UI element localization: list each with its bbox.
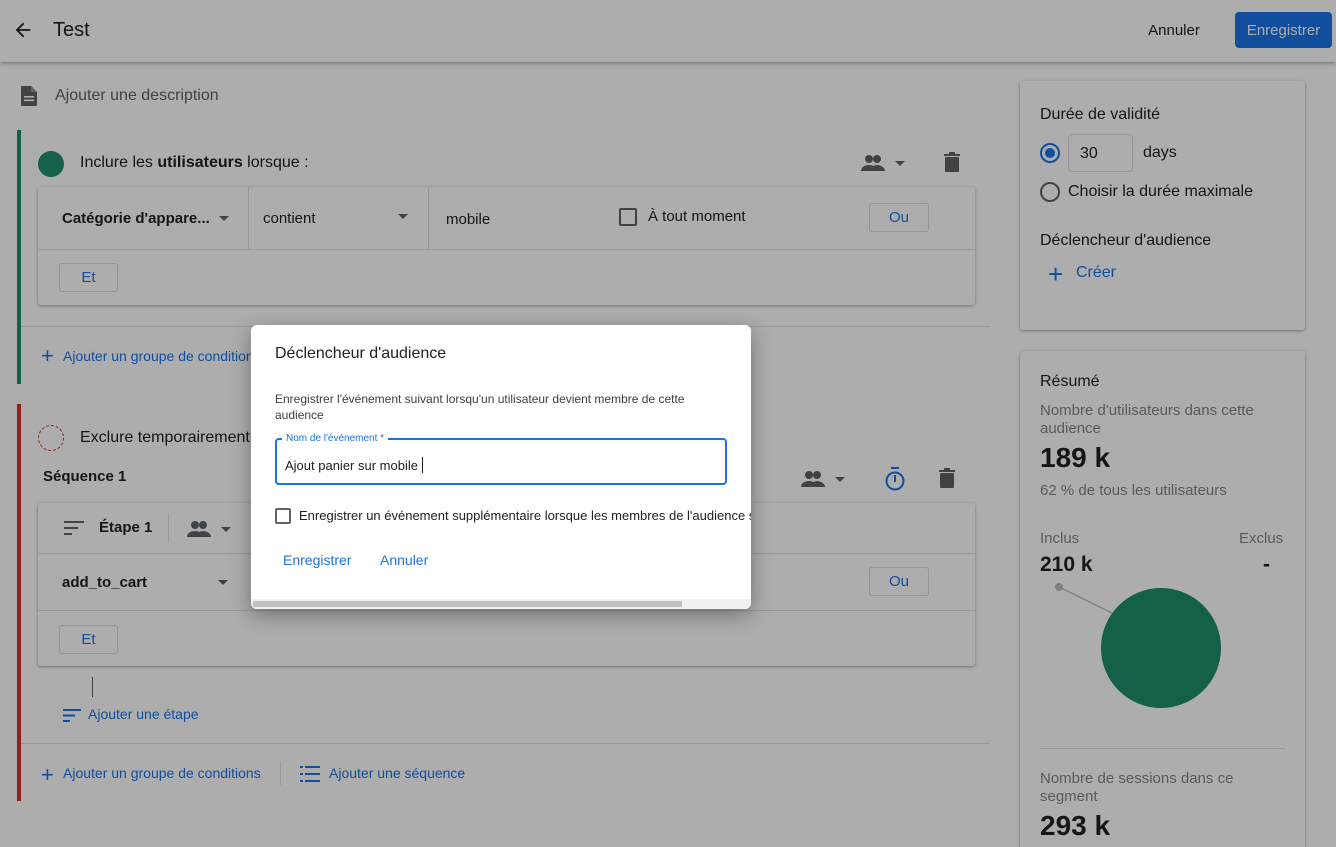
dialog-cancel-button[interactable]: Annuler [372,547,436,573]
extra-event-label: Enregistrer un événement supplémentaire … [299,508,751,523]
audience-trigger-dialog: Déclencheur d'audience Enregistrer l'évé… [251,325,751,609]
scrollbar-thumb[interactable] [253,601,682,607]
text-cursor [422,457,423,473]
dialog-title: Déclencheur d'audience [275,345,447,362]
event-name-field-label: Nom de l'événement * [282,433,389,444]
event-name-input[interactable]: Ajout panier sur mobile [285,458,418,473]
dialog-save-button[interactable]: Enregistrer [275,547,359,573]
horizontal-scrollbar[interactable] [251,599,751,609]
dialog-description: Enregistrer l'événement suivant lorsqu'u… [275,392,685,422]
event-name-field[interactable]: Nom de l'événement * Ajout panier sur mo… [275,433,727,485]
extra-event-checkbox[interactable] [275,508,291,524]
